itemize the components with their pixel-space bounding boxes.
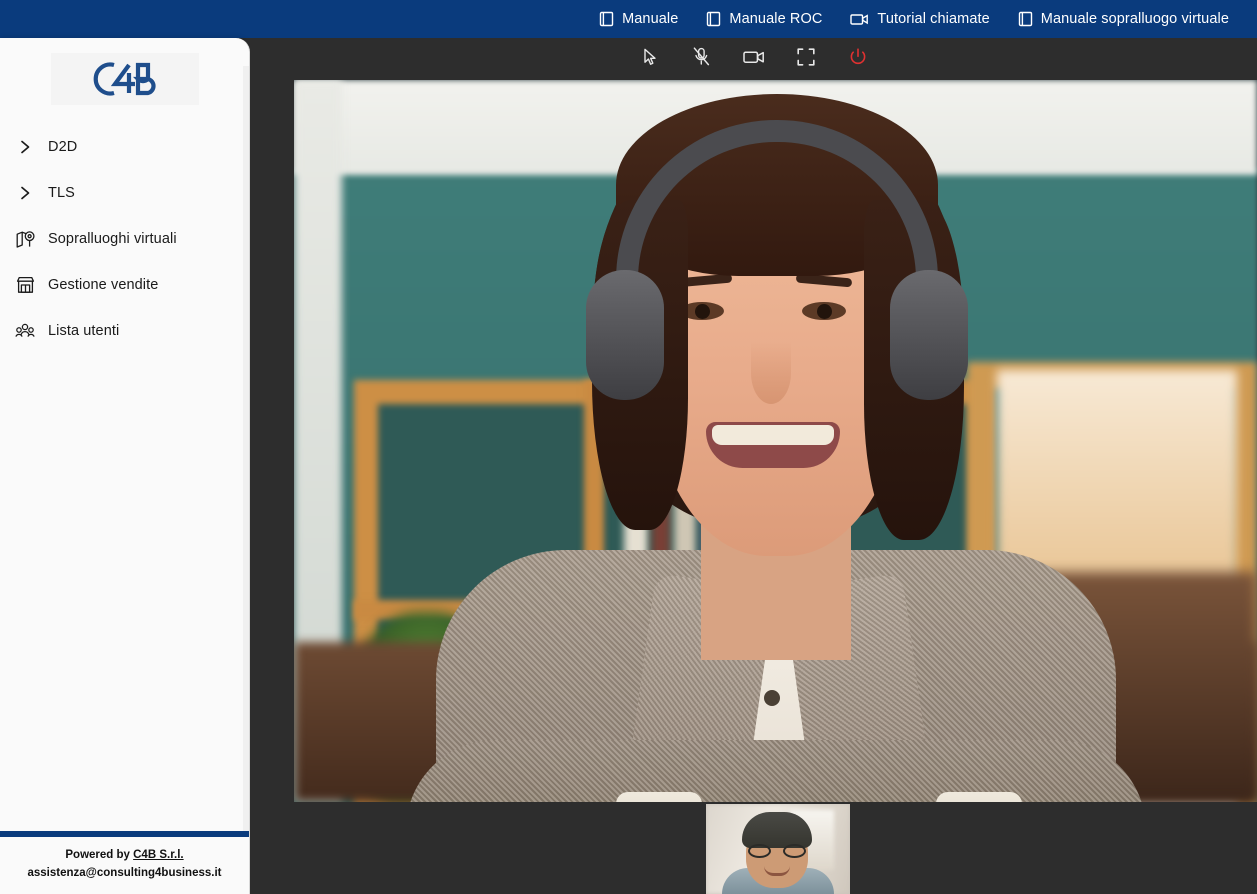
video-camera-icon	[742, 49, 765, 70]
hangup-button[interactable]	[843, 44, 873, 74]
nav-link-label: Manuale sopralluogo virtuale	[1040, 11, 1229, 27]
self-video-thumbnail[interactable]	[706, 804, 850, 894]
video-toolbar	[250, 38, 1257, 80]
powered-by-prefix: Powered by	[65, 849, 134, 861]
nav-link-label: Manuale ROC	[729, 11, 823, 27]
nose	[750, 342, 791, 404]
camera-toggle-button[interactable]	[739, 44, 769, 74]
pointer-tool-button[interactable]	[635, 44, 665, 74]
storefront-icon	[12, 276, 38, 294]
sidebar-item-label: Gestione vendite	[48, 277, 159, 293]
video-stage	[250, 38, 1257, 894]
footer-body: Powered by C4B S.r.l. assistenza@consult…	[0, 837, 249, 894]
eye-right	[801, 302, 846, 320]
sidebar-item-label: TLS	[48, 185, 75, 201]
microphone-muted-icon	[693, 47, 710, 71]
sidebar-item-d2d[interactable]: D2D	[0, 124, 249, 170]
cursor-pointer-icon	[642, 48, 658, 71]
sidebar-scrollbar[interactable]	[243, 66, 249, 846]
nav-link-manuale-roc[interactable]: Manuale ROC	[692, 0, 836, 38]
remote-video-frame	[294, 80, 1257, 802]
nav-link-label: Manuale	[622, 11, 679, 27]
headphone-earcup-right	[889, 270, 968, 400]
thumbnail-beanie	[742, 812, 812, 848]
book-icon	[599, 11, 614, 27]
fullscreen-button[interactable]	[791, 44, 821, 74]
sidebar-nav-list: D2D TLS Sopralluoghi virtuali Gestione v…	[0, 124, 249, 831]
sidebar-item-lista-utenti[interactable]: Lista utenti	[0, 308, 249, 354]
powered-by-text: Powered by C4B S.r.l.	[0, 846, 249, 864]
remote-video[interactable]	[294, 80, 1257, 802]
sidebar-item-label: Sopralluoghi virtuali	[48, 231, 177, 247]
shirt-cuff-right	[935, 792, 1022, 802]
top-navbar: Manuale Manuale ROC Tutorial chiamate Ma…	[0, 0, 1257, 38]
c4b-logo-icon	[93, 62, 156, 96]
fullscreen-icon	[796, 47, 815, 71]
support-email[interactable]: assistenza@consulting4business.it	[0, 864, 249, 882]
nav-link-tutorial-chiamate[interactable]: Tutorial chiamate	[836, 0, 1003, 38]
nav-link-label: Tutorial chiamate	[877, 11, 990, 27]
company-link[interactable]: C4B S.r.l.	[133, 849, 184, 861]
sidebar-item-sopralluoghi-virtuali[interactable]: Sopralluoghi virtuali	[0, 216, 249, 262]
video-camera-icon	[850, 12, 869, 26]
pupil-right	[816, 304, 832, 319]
sidebar-footer: Powered by C4B S.r.l. assistenza@consult…	[0, 831, 249, 894]
logo-box	[50, 53, 199, 105]
pupil-left	[694, 304, 710, 319]
chevron-right-icon	[12, 185, 38, 201]
thumbnail-glasses	[748, 844, 806, 858]
sidebar: D2D TLS Sopralluoghi virtuali Gestione v…	[0, 38, 250, 894]
chevron-right-icon	[12, 139, 38, 155]
folded-arms	[405, 740, 1146, 802]
sidebar-logo[interactable]	[0, 38, 249, 106]
book-icon	[706, 11, 721, 27]
remote-participant	[405, 80, 1146, 802]
sidebar-item-label: Lista utenti	[48, 323, 120, 339]
app-root: Manuale Manuale ROC Tutorial chiamate Ma…	[0, 0, 1257, 894]
smiling-mouth	[705, 422, 840, 468]
nav-link-manuale-sopralluogo-virtuale[interactable]: Manuale sopralluogo virtuale	[1004, 0, 1243, 38]
users-group-icon	[12, 322, 38, 340]
shirt-button	[763, 690, 780, 706]
microphone-mute-button[interactable]	[687, 44, 717, 74]
sidebar-item-tls[interactable]: TLS	[0, 170, 249, 216]
teeth	[711, 425, 834, 445]
headphone-earcup-left	[585, 270, 664, 400]
power-off-icon	[849, 47, 867, 71]
sidebar-item-gestione-vendite[interactable]: Gestione vendite	[0, 262, 249, 308]
book-icon	[1018, 11, 1033, 27]
sidebar-item-label: D2D	[48, 139, 78, 155]
nav-link-manuale[interactable]: Manuale	[585, 0, 692, 38]
map-pin-icon	[12, 230, 38, 248]
shirt-cuff-left	[615, 792, 702, 802]
